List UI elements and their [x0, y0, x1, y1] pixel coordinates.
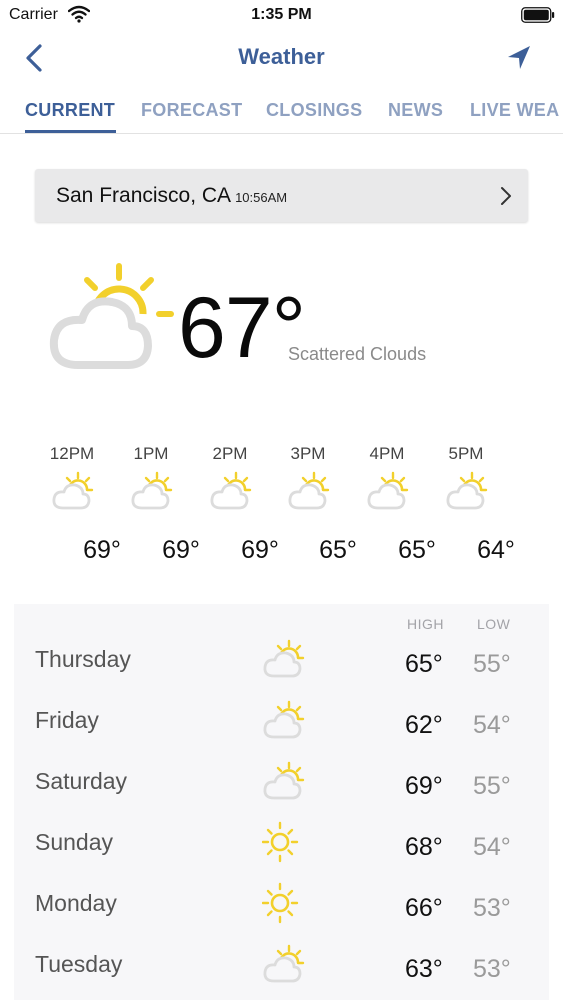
- daily-row[interactable]: Monday 66° 53°: [14, 876, 549, 937]
- day-high-temp: 65°: [405, 650, 443, 678]
- day-high-temp: 63°: [405, 955, 443, 983]
- chevron-right-icon: [501, 187, 511, 205]
- day-name: Tuesday: [35, 951, 123, 977]
- day-high-temp: 69°: [405, 772, 443, 800]
- day-name: Saturday: [35, 768, 128, 794]
- partly-cloudy-icon: [288, 471, 330, 510]
- day-low-temp: 54°: [473, 711, 511, 739]
- daily-row[interactable]: Friday 62° 54°: [14, 693, 549, 754]
- tab-news[interactable]: NEWS: [388, 100, 443, 121]
- hour-time: 4PM: [369, 444, 405, 463]
- hour-temperature: 69°: [162, 536, 200, 564]
- tab-bar: CURRENT FORECAST CLOSINGS NEWS LIVE WEA: [0, 86, 563, 134]
- day-low-temp: 54°: [473, 833, 511, 861]
- location-arrow-icon[interactable]: [503, 42, 535, 74]
- current-temperature: 67°: [178, 280, 306, 376]
- day-name: Sunday: [35, 829, 114, 855]
- day-high-temp: 68°: [405, 833, 443, 861]
- partly-cloudy-icon: [263, 761, 305, 800]
- partly-cloudy-icon: [367, 471, 409, 510]
- tab-closings[interactable]: CLOSINGS: [266, 100, 362, 121]
- sunny-icon: [262, 821, 299, 863]
- tab-forecast[interactable]: FORECAST: [141, 100, 242, 121]
- day-high-temp: 62°: [405, 711, 443, 739]
- hour-temperature: 69°: [83, 536, 121, 564]
- partly-cloudy-icon: [263, 944, 305, 983]
- low-column-header: LOW: [477, 616, 511, 632]
- hour-temperature: 65°: [319, 536, 357, 564]
- page-title: Weather: [238, 44, 325, 69]
- daily-row[interactable]: Sunday 68° 54°: [14, 815, 549, 876]
- location-selector[interactable]: San Francisco, CA 10:56AM: [35, 169, 528, 222]
- hour-temperature: 64°: [477, 536, 515, 564]
- day-high-temp: 66°: [405, 894, 443, 922]
- clock: 1:35 PM: [251, 6, 312, 23]
- tab-live-weather[interactable]: LIVE WEA: [470, 100, 559, 121]
- back-chevron-icon[interactable]: [20, 42, 50, 74]
- current-condition: Scattered Clouds: [288, 344, 427, 364]
- tab-current[interactable]: CURRENT: [25, 100, 115, 121]
- hour-time: 12PM: [49, 444, 95, 463]
- location-city-label: San Francisco, CA: [56, 184, 232, 207]
- daily-row[interactable]: Saturday 69° 55°: [14, 754, 549, 815]
- daily-row[interactable]: Tuesday 63° 53°: [14, 937, 549, 998]
- partly-cloudy-icon: [52, 471, 94, 510]
- day-low-temp: 53°: [473, 955, 511, 983]
- hour-time: 3PM: [290, 444, 326, 463]
- day-name: Thursday: [35, 646, 131, 672]
- hour-time: 5PM: [448, 444, 484, 463]
- day-name: Friday: [35, 707, 99, 733]
- location-city: San Francisco, CA 10:56AM: [56, 184, 287, 208]
- hour-temperature: 69°: [241, 536, 279, 564]
- day-low-temp: 53°: [473, 894, 511, 922]
- day-low-temp: 55°: [473, 650, 511, 678]
- partly-cloudy-icon: [263, 639, 305, 678]
- hourly-forecast: 12PM 69° 1PM 69° 2PM 69° 3PM 65° 4PM 65°…: [0, 440, 563, 570]
- day-low-temp: 55°: [473, 772, 511, 800]
- status-bar: Carrier 1:35 PM: [0, 0, 563, 30]
- partly-cloudy-icon: [210, 471, 252, 510]
- partly-cloudy-icon: [263, 700, 305, 739]
- active-tab-indicator: [25, 130, 116, 133]
- high-column-header: HIGH: [407, 616, 444, 632]
- partly-cloudy-icon: [446, 471, 488, 510]
- partly-cloudy-icon: [131, 471, 173, 510]
- location-time: 10:56AM: [235, 190, 288, 205]
- hour-temperature: 65°: [398, 536, 436, 564]
- day-name: Monday: [35, 890, 117, 916]
- daily-forecast: HIGH LOW Thursday 65° 55° Friday 62° 54°…: [14, 604, 549, 1000]
- battery-icon: [521, 7, 555, 23]
- daily-row[interactable]: Thursday 65° 55°: [14, 632, 549, 693]
- partly-cloudy-icon: [49, 263, 174, 369]
- hour-time: 1PM: [133, 444, 169, 463]
- sunny-icon: [262, 882, 299, 924]
- nav-bar: Weather: [0, 30, 563, 86]
- hour-time: 2PM: [212, 444, 248, 463]
